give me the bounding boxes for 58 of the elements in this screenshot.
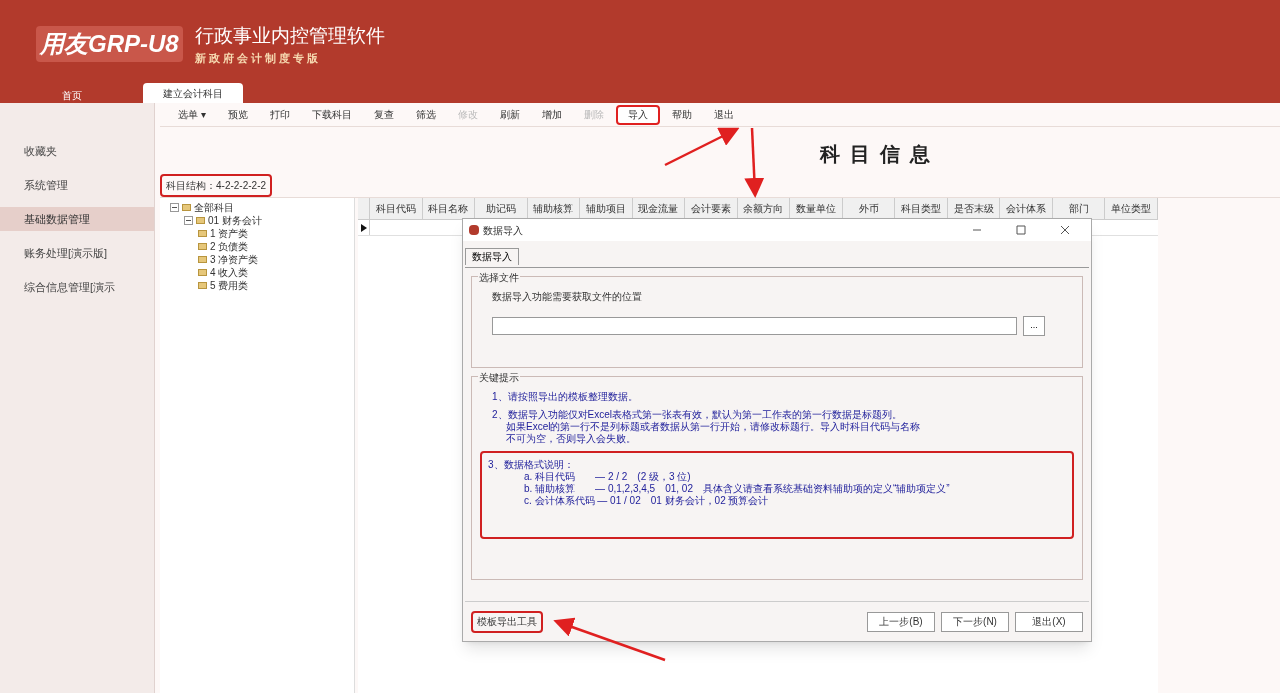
collapse-icon[interactable]: [184, 216, 193, 225]
tip-text: c. 会计体系代码 — 01 / 02 01 财务会计，02 预算会计: [523, 495, 770, 507]
toolbar-button[interactable]: 帮助: [661, 104, 702, 125]
tip-text: 如果Excel的第一行不是列标题或者数据从第一行开始，请修改标题行。导入时科目代码与名称: [505, 421, 922, 433]
group-title: 选择文件: [478, 270, 520, 285]
tree-item[interactable]: 全部科目: [194, 201, 234, 214]
page-title: 科目信息: [820, 142, 940, 167]
toolbar-button[interactable]: 退出: [703, 104, 744, 125]
app-title: 行政事业内控管理软件: [194, 23, 385, 48]
subject-structure-label: 科目结构：4-2-2-2-2-2: [160, 173, 273, 197]
dialog-button[interactable]: 下一步(N): [941, 611, 1009, 632]
sidebar-item[interactable]: 基础数据管理: [0, 207, 154, 231]
tip-text: 1、请按照导出的模板整理数据。: [492, 391, 639, 403]
tab[interactable]: 建立会计科目: [143, 83, 243, 103]
row-indicator-icon: [360, 223, 367, 232]
tip-text: b. 辅助核算 — 0,1,2,3,4,5 01, 02 具体含义请查看系统基础资料辅助项的定义“辅助项定义”: [523, 483, 951, 495]
tip-text: 不可为空，否则导入会失败。: [505, 433, 637, 445]
toolbar-button[interactable]: 选单 ▾: [168, 104, 216, 125]
tip-text: a. 科目代码 — 2 / 2 (2 级，3 位): [523, 471, 692, 483]
app-subtitle: 新政府会计制度专版: [194, 51, 322, 66]
column-header[interactable]: 单位类型: [1105, 198, 1158, 219]
annotation-arrow: [744, 127, 765, 198]
field-label: 数据导入功能需要获取文件的位置: [492, 290, 643, 304]
sidebar-item[interactable]: 系统管理: [0, 173, 154, 197]
dialog-button[interactable]: 退出(X): [1015, 611, 1083, 632]
tab[interactable]: 首页: [0, 88, 143, 103]
toolbar-button[interactable]: 预览: [217, 104, 258, 125]
maximize-icon: [1015, 224, 1027, 236]
toolbar-button[interactable]: 刷新: [489, 104, 530, 125]
app-icon: [469, 225, 479, 235]
toolbar-button[interactable]: 导入: [615, 104, 660, 125]
dialog-button[interactable]: 上一步(B): [867, 611, 935, 632]
column-header[interactable]: 科目代码: [370, 198, 423, 219]
toolbar-button[interactable]: 增加: [531, 104, 572, 125]
tip-text: 2、数据导入功能仅对Excel表格式第一张表有效，默认为第一工作表的第一行数据是标题列。: [492, 409, 903, 421]
toolbar-button[interactable]: 下载科目: [301, 104, 362, 125]
dialog-tab[interactable]: 数据导入: [465, 247, 519, 265]
tree-item[interactable]: 1 资产类: [210, 227, 249, 240]
sidebar-item[interactable]: 账务处理[演示版]: [0, 241, 154, 265]
close-icon: [1059, 224, 1071, 236]
sidebar-item[interactable]: 收藏夹: [0, 139, 154, 163]
sidebar-item[interactable]: 综合信息管理[演示: [0, 275, 154, 299]
toolbar-button[interactable]: 筛选: [405, 104, 446, 125]
collapse-icon[interactable]: [170, 203, 179, 212]
tree-item[interactable]: 3 净资产类: [210, 253, 259, 266]
tree-item[interactable]: 4 收入类: [210, 266, 249, 279]
browse-button[interactable]: ...: [1023, 316, 1045, 336]
group-title: 关键提示: [478, 370, 520, 385]
logo-text: 用友GRP-U8: [36, 26, 183, 62]
toolbar-button[interactable]: 复查: [363, 104, 404, 125]
tree-item[interactable]: 01 财务会计: [208, 214, 262, 227]
tip-text: 3、数据格式说明：: [488, 459, 575, 471]
file-path-field[interactable]: [492, 317, 1017, 335]
dialog-title: 数据导入: [483, 223, 524, 238]
template-export-button[interactable]: 模板导出工具: [471, 610, 543, 633]
tree-item[interactable]: 2 负债类: [210, 240, 249, 253]
tree-item[interactable]: 5 费用类: [210, 279, 249, 292]
toolbar-button[interactable]: 打印: [259, 104, 300, 125]
